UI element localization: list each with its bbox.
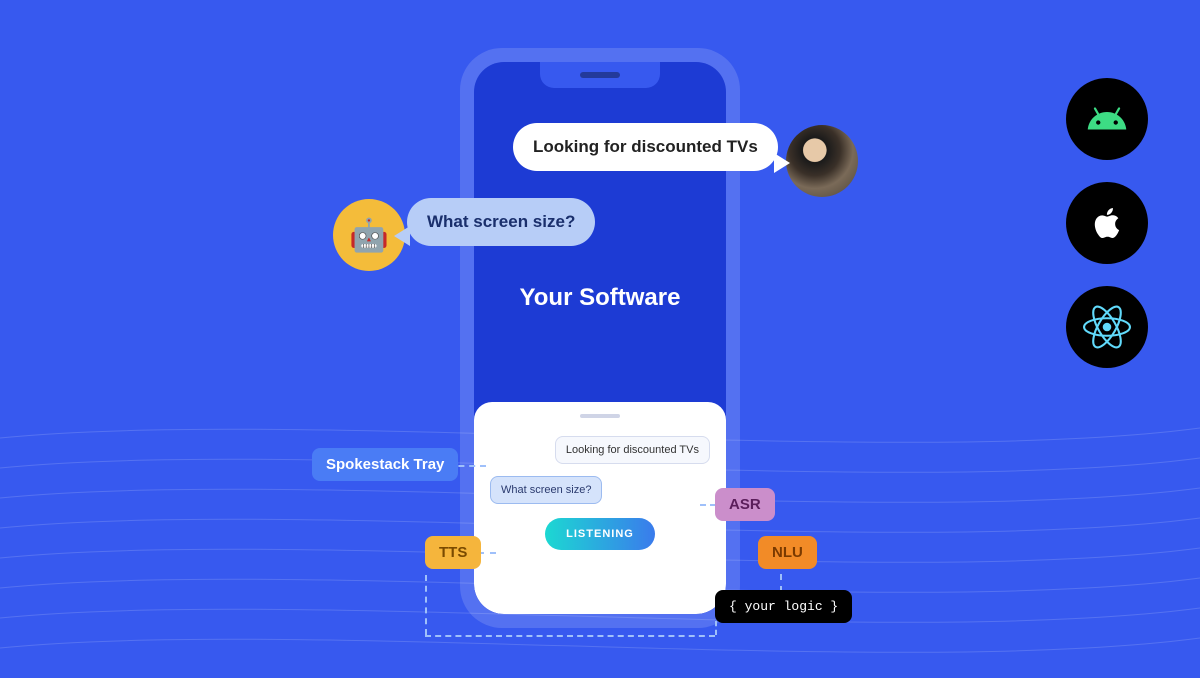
phone-notch xyxy=(540,62,660,88)
react-icon xyxy=(1066,286,1148,368)
connector-logic-bottom xyxy=(425,635,715,637)
connector-logic-right xyxy=(715,621,717,635)
platform-icons xyxy=(1066,78,1148,368)
label-tts: TTS xyxy=(425,536,481,569)
label-asr: ASR xyxy=(715,488,775,521)
connector-asr xyxy=(700,504,716,506)
label-spokestack-tray: Spokestack Tray xyxy=(312,448,458,481)
android-icon xyxy=(1066,78,1148,160)
tray-user-message: Looking for discounted TVs xyxy=(555,436,710,464)
chat-bubble-user-tail xyxy=(774,153,790,173)
spokestack-tray: Looking for discounted TVs What screen s… xyxy=(474,402,726,614)
label-your-logic: { your logic } xyxy=(715,590,852,623)
tray-handle[interactable] xyxy=(580,414,620,418)
listening-button[interactable]: LISTENING xyxy=(545,518,655,550)
robot-icon: 🤖 xyxy=(349,216,389,254)
tray-bot-message: What screen size? xyxy=(490,476,602,504)
connector-logic-left xyxy=(425,575,427,635)
user-avatar xyxy=(786,125,858,197)
label-nlu: NLU xyxy=(758,536,817,569)
apple-icon xyxy=(1066,182,1148,264)
chat-bubble-bot: What screen size? xyxy=(407,198,595,246)
chat-bubble-user: Looking for discounted TVs xyxy=(513,123,778,171)
phone-app-title: Your Software xyxy=(474,284,726,312)
